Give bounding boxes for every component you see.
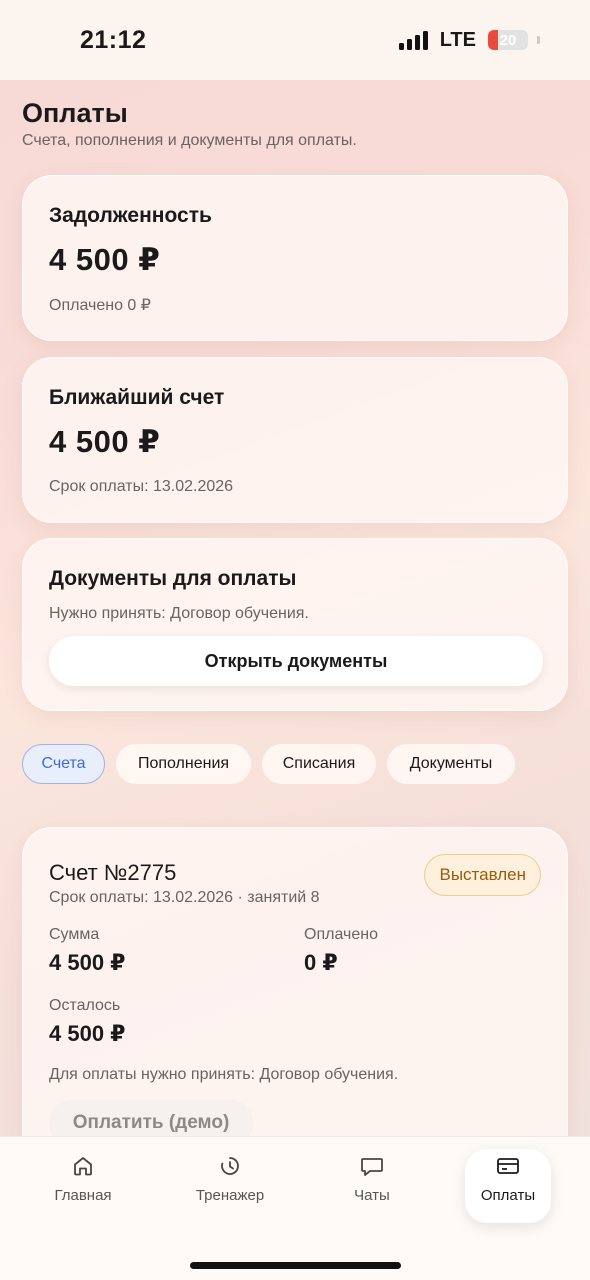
status-time: 21:12 bbox=[80, 25, 147, 54]
tab-top-ups[interactable]: Пополнения bbox=[116, 744, 251, 784]
paid-value: 0 ₽ bbox=[304, 950, 338, 975]
card-icon bbox=[495, 1149, 521, 1183]
open-documents-button[interactable]: Открыть документы bbox=[49, 636, 543, 686]
chat-icon bbox=[359, 1149, 385, 1183]
remaining-value: 4 500 ₽ bbox=[49, 1021, 126, 1046]
nav-label-payments: Оплаты bbox=[480, 1187, 536, 1204]
nav-item-chats[interactable]: Чаты bbox=[329, 1149, 415, 1223]
status-icons: LTE 20 bbox=[398, 28, 540, 52]
debt-title: Задолженность bbox=[49, 204, 212, 227]
next-bill-card: Ближайший счет 4 500 ₽ Срок оплаты: 13.0… bbox=[22, 357, 568, 523]
tab-invoices[interactable]: Счета bbox=[22, 744, 105, 784]
battery-level: 20 bbox=[499, 31, 517, 49]
nav-item-trainer[interactable]: Тренажер bbox=[187, 1149, 273, 1223]
clock-icon bbox=[218, 1149, 242, 1183]
tab-charges[interactable]: Списания bbox=[262, 744, 376, 784]
documents-title: Документы для оплаты bbox=[49, 567, 297, 590]
network-type: LTE bbox=[439, 28, 476, 51]
status-bar: 21:12 LTE 20 bbox=[0, 0, 590, 80]
nav-label-trainer: Тренажер bbox=[195, 1187, 265, 1204]
nav-label-chats: Чаты bbox=[354, 1187, 390, 1204]
nav-label-home: Главная bbox=[54, 1187, 112, 1204]
home-icon bbox=[71, 1149, 95, 1183]
page-subtitle: Счета, пополнения и документы для оплаты… bbox=[22, 132, 357, 149]
payments-screen: Оплаты Счета, пополнения и документы для… bbox=[0, 80, 590, 1280]
next-bill-due-date: Срок оплаты: 13.02.2026 bbox=[49, 478, 234, 495]
tab-documents[interactable]: Документы bbox=[387, 744, 515, 784]
next-bill-amount: 4 500 ₽ bbox=[49, 424, 161, 459]
invoice-note: Для оплаты нужно принять: Договор обучен… bbox=[49, 1066, 399, 1083]
invoice-subtitle: Срок оплаты: 13.02.2026 · занятий 8 bbox=[49, 889, 320, 906]
nav-item-payments[interactable]: Оплаты bbox=[465, 1149, 551, 1223]
documents-card: Документы для оплаты Нужно принять: Дого… bbox=[22, 538, 568, 711]
battery-icon: 20 bbox=[488, 30, 528, 50]
invoice-title: Счет №2775 bbox=[49, 860, 177, 885]
bottom-nav: Главная Тренажер Чаты Оплаты bbox=[0, 1136, 590, 1280]
documents-note: Нужно принять: Договор обучения. bbox=[49, 605, 309, 622]
signal-icon bbox=[398, 30, 428, 50]
sum-value: 4 500 ₽ bbox=[49, 950, 126, 975]
home-indicator bbox=[190, 1262, 401, 1269]
debt-amount: 4 500 ₽ bbox=[49, 242, 161, 277]
sum-label: Сумма bbox=[49, 926, 100, 943]
remaining-label: Осталось bbox=[49, 997, 121, 1014]
debt-card: Задолженность 4 500 ₽ Оплачено 0 ₽ bbox=[22, 175, 568, 341]
debt-paid-note: Оплачено 0 ₽ bbox=[49, 297, 151, 314]
next-bill-title: Ближайший счет bbox=[49, 386, 225, 409]
nav-item-home[interactable]: Главная bbox=[40, 1149, 126, 1223]
paid-label: Оплачено bbox=[304, 926, 378, 943]
page-title: Оплаты bbox=[22, 98, 128, 128]
status-badge: Выставлен bbox=[424, 854, 541, 896]
battery-tip bbox=[537, 36, 540, 44]
